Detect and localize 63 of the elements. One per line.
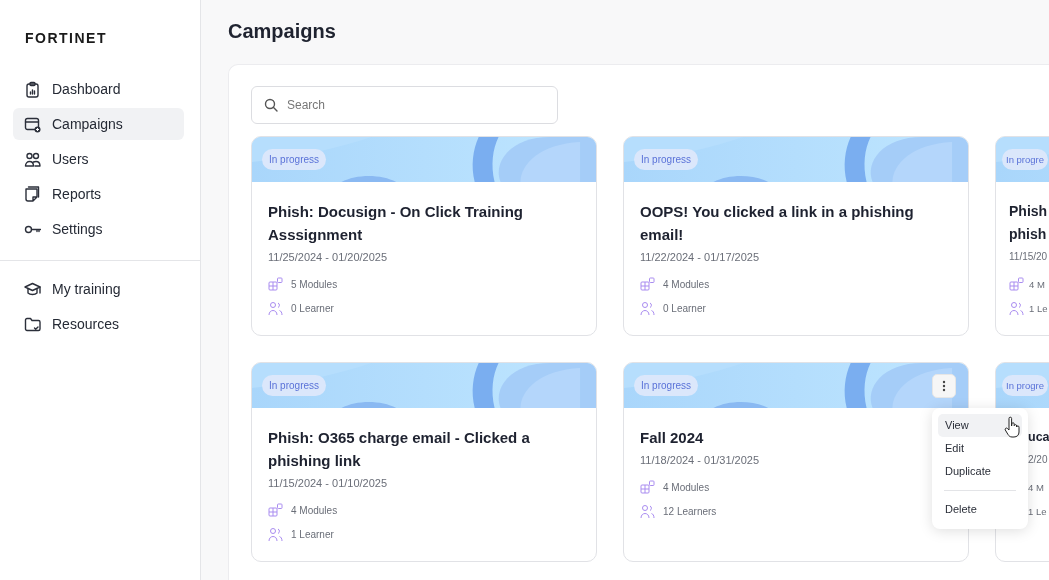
users-icon — [268, 301, 283, 316]
users-icon — [268, 527, 283, 542]
menu-item[interactable]: View — [938, 414, 1022, 437]
campaign-title: Phish: O365 charge email - Clicked a phishing link — [268, 428, 531, 471]
campaign-card[interactable]: In progre Phish phish 11/15/20 4 M 1 Le — [995, 136, 1049, 336]
meta-text: 1 Le — [1028, 506, 1047, 517]
modules-icon — [268, 277, 283, 292]
meta-text: 0 Learner — [291, 303, 334, 314]
date-range: 11/15/20 — [1009, 250, 1049, 264]
page-title: Campaigns — [228, 19, 336, 44]
sidebar-item[interactable]: Dashboard — [13, 73, 184, 105]
users-icon — [1009, 301, 1024, 316]
hand-cursor-icon — [1004, 416, 1020, 438]
sidebar-item[interactable]: Campaigns — [13, 108, 184, 140]
sidebar-item[interactable]: Resources — [13, 308, 184, 340]
meta-text: 12 Learners — [663, 506, 717, 517]
kebab-icon — [942, 380, 946, 392]
sidebar-item[interactable]: Reports — [13, 178, 184, 210]
document-icon — [24, 185, 41, 203]
status-badge: In progre — [1002, 375, 1049, 396]
date-range: 2/20 — [1028, 453, 1049, 467]
campaign-title: Phish phish — [1009, 202, 1049, 244]
status-badge: In progress — [262, 375, 327, 396]
date-range: 11/18/2024 - 01/31/2025 — [640, 453, 761, 467]
users-icon — [640, 301, 655, 316]
campaign-title: uca — [1028, 429, 1049, 446]
search-field[interactable]: Search — [251, 86, 558, 124]
meta-text: 1 Learner — [291, 529, 334, 540]
meta-text: 4 M — [1028, 482, 1044, 493]
meta-text: 4 Modules — [663, 482, 710, 493]
folder-icon — [24, 315, 41, 333]
date-range: 11/15/2024 - 01/10/2025 — [268, 476, 389, 490]
sidebar-item[interactable]: My training — [13, 273, 184, 305]
meta-text: 0 Learner — [663, 303, 706, 314]
meta-text: 4 Modules — [291, 505, 338, 516]
logo: FORTINET — [25, 30, 107, 46]
date-range: 11/25/2024 - 01/20/2025 — [268, 250, 389, 264]
campaign-title: OOPS! You clicked a link in a phishing email! — [640, 202, 915, 245]
campaign-title: Phish: Docusign - On Click Training Asssignment — [268, 202, 525, 245]
users-icon — [640, 504, 655, 519]
users-icon — [24, 150, 41, 168]
status-badge: In progress — [634, 375, 699, 396]
sidebar-item[interactable]: Users — [13, 143, 184, 175]
meta-text: 1 Le — [1029, 303, 1048, 314]
window-plus-icon — [24, 115, 41, 133]
meta-text: 4 M — [1029, 279, 1045, 290]
campaign-card[interactable]: In progress OOPS! You clicked a link in a phishing email! 11/22/2024 - 01/17/2025 4 Modules 0 Learner — [623, 136, 969, 336]
status-badge: In progress — [262, 149, 327, 170]
modules-icon — [640, 480, 655, 495]
modules-icon — [1009, 277, 1024, 292]
sidebar-item[interactable]: Settings — [13, 213, 184, 245]
status-badge: In progress — [634, 149, 699, 170]
meta-text: 5 Modules — [291, 279, 338, 290]
campaign-card[interactable]: In progress Phish: O365 charge email - Clicked a phishing link 11/15/2024 - 01/10/2025 4 Modules 1 Learner — [251, 362, 597, 562]
modules-icon — [640, 277, 655, 292]
status-badge: In progre — [1002, 149, 1049, 170]
date-range: 11/22/2024 - 01/17/2025 — [640, 250, 761, 264]
meta-text: 4 Modules — [663, 279, 710, 290]
modules-icon — [268, 503, 283, 518]
more-button[interactable] — [932, 374, 956, 398]
campaign-card[interactable]: In progress Phish: Docusign - On Click Training Asssignment 11/25/2024 - 01/20/2025 5 Modules 0 Learner — [251, 136, 597, 336]
graduation-cap-icon — [24, 280, 41, 298]
clipboard-icon — [24, 80, 41, 98]
